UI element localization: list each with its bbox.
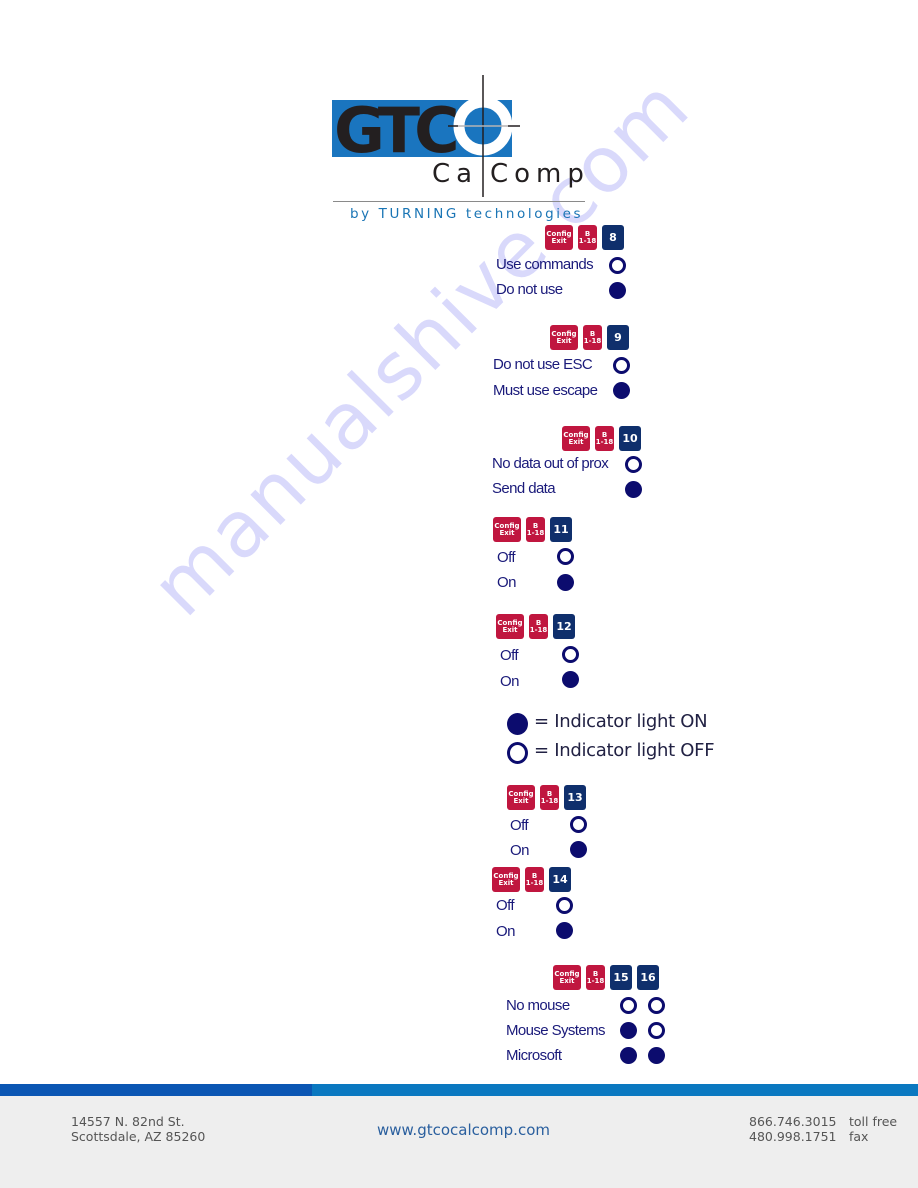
b-key: B 1-18 bbox=[595, 426, 614, 451]
indicator-off-icon bbox=[648, 1022, 665, 1039]
indicator-on-icon bbox=[625, 481, 642, 498]
switch-number-key: 10 bbox=[619, 426, 641, 451]
toll-free-label: toll free bbox=[849, 1114, 898, 1129]
indicator-off-icon bbox=[570, 816, 587, 833]
config-exit-key: Config Exit bbox=[545, 225, 573, 250]
key-sequence-12: Config Exit B 1-18 12 bbox=[496, 614, 575, 639]
fax-number: 480.998.1751 bbox=[749, 1129, 837, 1144]
address-line-2: Scottsdale, AZ 85260 bbox=[71, 1129, 206, 1144]
website-link[interactable]: www.gtcocalcomp.com bbox=[377, 1121, 550, 1139]
b-key: B 1-18 bbox=[540, 785, 559, 810]
footer-phone-numbers: 866.746.3015 480.998.1751 bbox=[749, 1114, 836, 1144]
footer-band-light bbox=[312, 1084, 918, 1096]
indicator-on-icon bbox=[613, 382, 630, 399]
indicator-off-icon bbox=[557, 548, 574, 565]
indicator-off-icon bbox=[562, 646, 579, 663]
b-key: B 1-18 bbox=[525, 867, 544, 892]
indicator-on-icon bbox=[556, 922, 573, 939]
gtco-calcomp-logo: GTC Ca Comp bbox=[332, 75, 590, 197]
switch-number-key: 11 bbox=[550, 517, 572, 542]
indicator-off-icon bbox=[556, 897, 573, 914]
switch-number-key: 9 bbox=[607, 325, 629, 350]
address-line-1: 14557 N. 82nd St. bbox=[71, 1114, 185, 1129]
b-key: B 1-18 bbox=[526, 517, 545, 542]
option-label: On bbox=[496, 923, 515, 940]
legend-on-text: = Indicator light ON bbox=[534, 711, 708, 732]
indicator-off-legend-icon bbox=[507, 742, 528, 764]
option-label: Off bbox=[497, 549, 516, 566]
indicator-on-icon bbox=[557, 574, 574, 591]
footer-band-dark bbox=[0, 1084, 312, 1096]
logo-tagline: by TURNING technologies bbox=[350, 206, 584, 222]
config-exit-key: Config Exit bbox=[507, 785, 535, 810]
indicator-on-legend-icon bbox=[507, 713, 528, 735]
indicator-on-icon bbox=[620, 1022, 637, 1039]
switch-number-key: 12 bbox=[553, 614, 575, 639]
indicator-off-icon bbox=[613, 357, 630, 374]
indicator-off-icon bbox=[609, 257, 626, 274]
indicator-off-icon bbox=[648, 997, 665, 1014]
option-label: No data out of prox bbox=[492, 455, 609, 472]
fax-label: fax bbox=[849, 1129, 869, 1144]
logo-divider bbox=[333, 201, 585, 202]
key-sequence-14: Config Exit B 1-18 14 bbox=[492, 867, 571, 892]
switch-number-key: 8 bbox=[602, 225, 624, 250]
config-exit-key: Config Exit bbox=[553, 965, 581, 990]
option-label: On bbox=[500, 673, 519, 690]
option-label: Do not use ESC bbox=[493, 356, 593, 373]
key-sequence-8: Config Exit B 1-18 8 bbox=[545, 225, 624, 250]
switch-number-key: 15 bbox=[610, 965, 632, 990]
indicator-on-icon bbox=[570, 841, 587, 858]
option-label: No mouse bbox=[506, 997, 570, 1014]
key-sequence-13: Config Exit B 1-18 13 bbox=[507, 785, 586, 810]
logo-ca-text: Ca bbox=[432, 159, 478, 189]
key-sequence-11: Config Exit B 1-18 11 bbox=[493, 517, 572, 542]
key-sequence-9: Config Exit B 1-18 9 bbox=[550, 325, 629, 350]
option-label: Do not use bbox=[496, 281, 563, 298]
b-key: B 1-18 bbox=[583, 325, 602, 350]
option-label: Off bbox=[510, 817, 529, 834]
indicator-on-icon bbox=[562, 671, 579, 688]
option-label: Off bbox=[496, 897, 515, 914]
option-label: Microsoft bbox=[506, 1047, 562, 1064]
logo-comp-text: Comp bbox=[490, 159, 590, 189]
footer-phone-labels: toll free fax bbox=[849, 1114, 897, 1144]
option-label: Use commands bbox=[496, 256, 594, 273]
option-label: Send data bbox=[492, 480, 556, 497]
footer-address: 14557 N. 82nd St. Scottsdale, AZ 85260 bbox=[71, 1114, 205, 1144]
switch-number-key: 13 bbox=[564, 785, 586, 810]
indicator-on-icon bbox=[620, 1047, 637, 1064]
indicator-off-icon bbox=[620, 997, 637, 1014]
option-label: Off bbox=[500, 647, 519, 664]
indicator-off-icon bbox=[625, 456, 642, 473]
legend-off-text: = Indicator light OFF bbox=[534, 740, 715, 761]
option-label: Mouse Systems bbox=[506, 1022, 606, 1039]
option-label: On bbox=[497, 574, 516, 591]
config-exit-key: Config Exit bbox=[550, 325, 578, 350]
b-key: B 1-18 bbox=[529, 614, 548, 639]
indicator-on-icon bbox=[648, 1047, 665, 1064]
key-sequence-10: Config Exit B 1-18 10 bbox=[562, 426, 641, 451]
option-label: On bbox=[510, 842, 529, 859]
config-exit-key: Config Exit bbox=[496, 614, 524, 639]
logo-gtc-text: GTC bbox=[334, 94, 456, 167]
b-key: B 1-18 bbox=[586, 965, 605, 990]
switch-number-key: 14 bbox=[549, 867, 571, 892]
config-exit-key: Config Exit bbox=[493, 517, 521, 542]
option-label: Must use escape bbox=[493, 382, 598, 399]
b-key: B 1-18 bbox=[578, 225, 597, 250]
toll-free-number: 866.746.3015 bbox=[749, 1114, 837, 1129]
key-sequence-15-16: Config Exit B 1-18 15 16 bbox=[553, 965, 659, 990]
config-exit-key: Config Exit bbox=[562, 426, 590, 451]
indicator-on-icon bbox=[609, 282, 626, 299]
switch-number-key: 16 bbox=[637, 965, 659, 990]
config-exit-key: Config Exit bbox=[492, 867, 520, 892]
